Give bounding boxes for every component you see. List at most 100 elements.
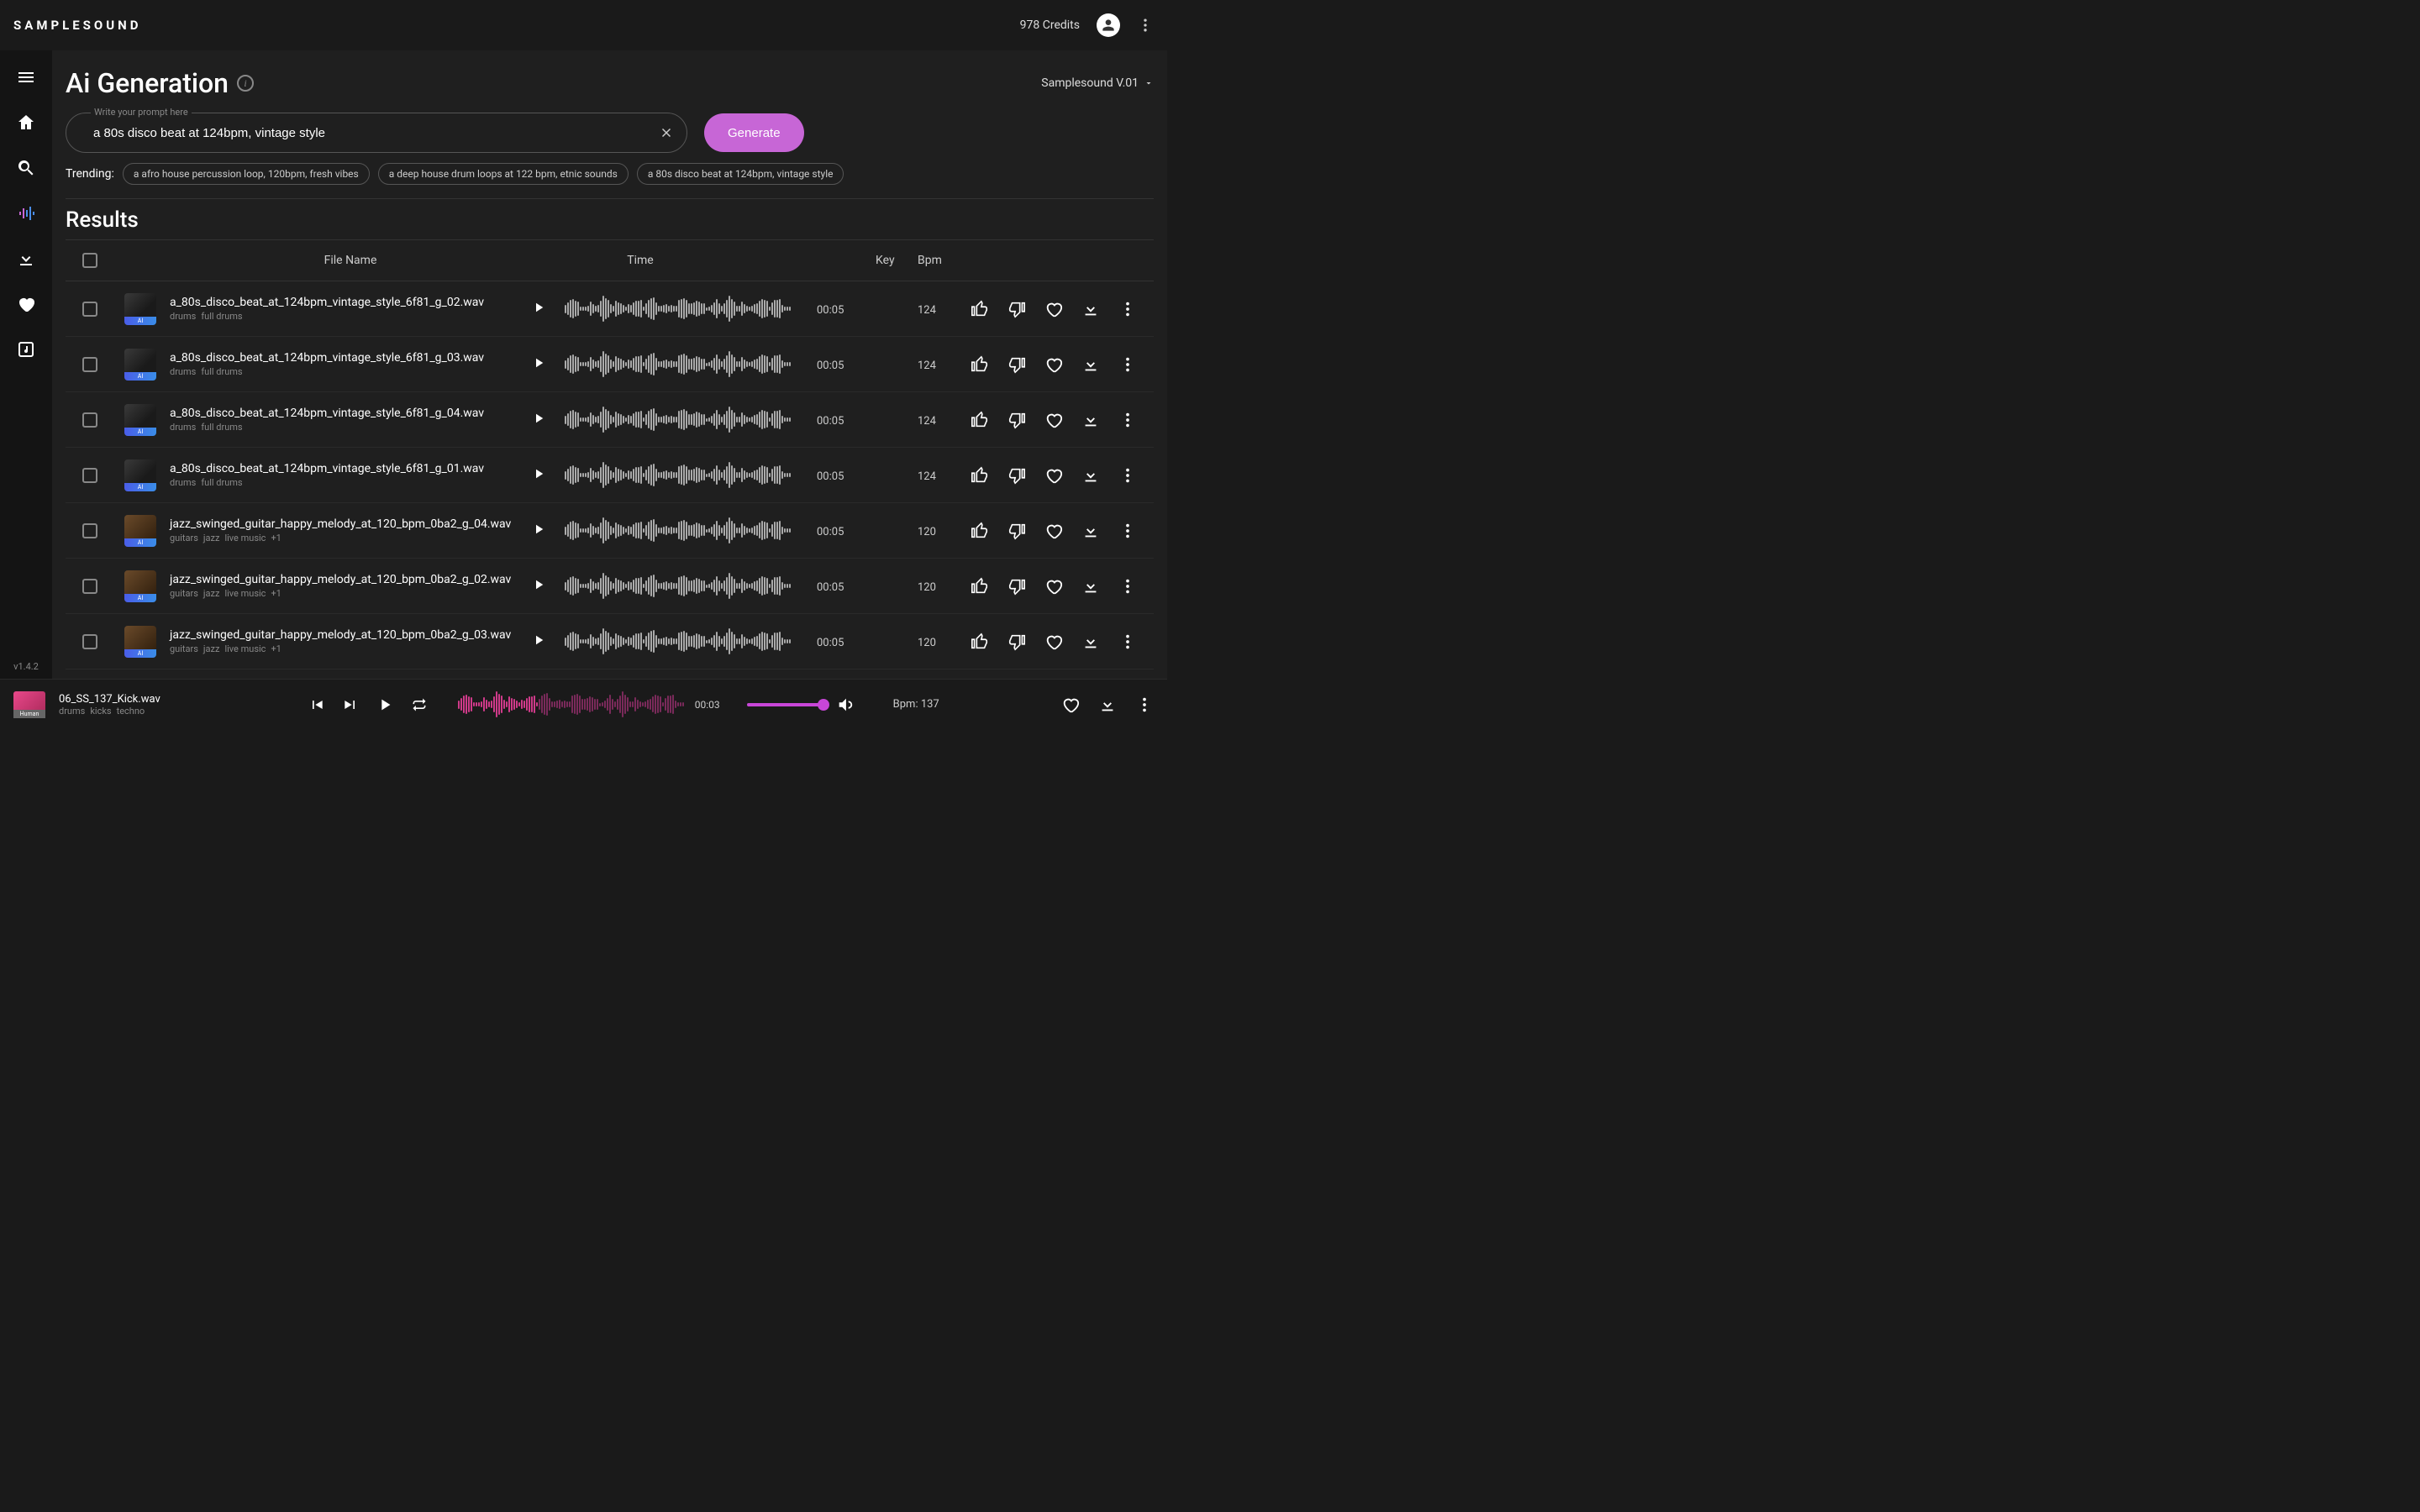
row-checkbox[interactable] [82,302,97,317]
heart-icon[interactable] [16,294,36,314]
divider [66,198,1154,199]
play-icon[interactable] [531,411,546,426]
row-waveform[interactable] [565,408,808,432]
file-tags: drumsfull drums [170,477,531,488]
row-bpm: 124 [918,304,936,317]
thumbs-down-icon[interactable] [1007,522,1026,540]
download-icon[interactable] [1081,466,1100,485]
table-row: AI a_80s_disco_beat_at_124bpm_vintage_st… [66,448,1154,503]
info-icon[interactable]: i [237,75,254,92]
row-checkbox[interactable] [82,579,97,594]
row-waveform[interactable] [565,464,808,487]
thumbs-down-icon[interactable] [1007,411,1026,429]
thumbs-up-icon[interactable] [971,522,989,540]
heart-icon[interactable] [1044,633,1063,651]
row-waveform[interactable] [565,519,808,543]
row-waveform[interactable] [565,353,808,376]
download-icon[interactable] [1081,633,1100,651]
row-checkbox[interactable] [82,523,97,538]
thumbs-up-icon[interactable] [971,300,989,318]
play-icon[interactable] [531,466,546,481]
file-name: jazz_swinged_guitar_happy_melody_at_120_… [170,517,531,531]
table-row: AI a_80s_disco_beat_at_124bpm_vintage_st… [66,337,1154,392]
trending-chip[interactable]: a 80s disco beat at 124bpm, vintage styl… [637,163,844,185]
ai-waveform-icon[interactable] [16,203,36,223]
library-icon[interactable] [16,339,36,360]
generate-button[interactable]: Generate [704,113,804,152]
row-time: 00:05 [817,637,844,649]
heart-icon[interactable] [1044,577,1063,596]
thumbs-down-icon[interactable] [1007,466,1026,485]
file-tags: guitarsjazzlive music+1 [170,588,531,599]
file-tags: drumsfull drums [170,422,531,433]
kebab-menu-icon[interactable] [1118,355,1137,374]
row-checkbox[interactable] [82,634,97,649]
kebab-menu-icon[interactable] [1118,577,1137,596]
download-icon[interactable] [1081,522,1100,540]
loop-icon[interactable] [411,696,428,713]
row-checkbox[interactable] [82,412,97,428]
download-icon[interactable] [1081,577,1100,596]
hamburger-icon[interactable] [16,67,36,87]
trending-chip[interactable]: a deep house drum loops at 122 bpm, etni… [378,163,629,185]
search-icon[interactable] [16,158,36,178]
thumbs-down-icon[interactable] [1007,633,1026,651]
heart-icon[interactable] [1044,522,1063,540]
ai-badge: AI [124,483,156,491]
heart-icon[interactable] [1061,696,1080,714]
heart-icon[interactable] [1044,466,1063,485]
play-icon[interactable] [376,696,394,714]
account-avatar[interactable] [1097,13,1120,37]
row-waveform[interactable] [565,297,808,321]
play-icon[interactable] [531,522,546,537]
play-icon[interactable] [531,300,546,315]
download-icon[interactable] [1081,300,1100,318]
heart-icon[interactable] [1044,411,1063,429]
model-selector[interactable]: Samplesound V.01 [1041,76,1154,90]
kebab-menu-icon[interactable] [1135,696,1154,714]
thumbs-down-icon[interactable] [1007,300,1026,318]
row-waveform[interactable] [565,575,808,598]
select-all-checkbox[interactable] [82,253,97,268]
play-icon[interactable] [531,577,546,592]
row-waveform[interactable] [565,630,808,654]
thumbs-up-icon[interactable] [971,633,989,651]
volume-icon[interactable] [836,696,855,714]
download-icon[interactable] [1081,411,1100,429]
kebab-menu-icon[interactable] [1137,17,1154,34]
download-icon[interactable] [16,249,36,269]
prev-track-icon[interactable] [308,696,325,713]
thumbs-down-icon[interactable] [1007,355,1026,374]
row-checkbox[interactable] [82,357,97,372]
clear-icon[interactable] [659,125,674,140]
heart-icon[interactable] [1044,355,1063,374]
thumbs-up-icon[interactable] [971,411,989,429]
kebab-menu-icon[interactable] [1118,633,1137,651]
trending-chip[interactable]: a afro house percussion loop, 120bpm, fr… [123,163,370,185]
trending-label: Trending: [66,167,114,181]
thumbs-up-icon[interactable] [971,577,989,596]
kebab-menu-icon[interactable] [1118,300,1137,318]
kebab-menu-icon[interactable] [1118,411,1137,429]
col-time: Time [627,254,653,267]
thumbs-up-icon[interactable] [971,466,989,485]
thumbs-up-icon[interactable] [971,355,989,374]
download-icon[interactable] [1081,355,1100,374]
thumbs-down-icon[interactable] [1007,577,1026,596]
play-icon[interactable] [531,355,546,370]
volume-slider[interactable] [747,703,828,706]
sample-thumb: AI [124,515,156,547]
kebab-menu-icon[interactable] [1118,522,1137,540]
kebab-menu-icon[interactable] [1118,466,1137,485]
row-checkbox[interactable] [82,468,97,483]
next-track-icon[interactable] [342,696,359,713]
ai-badge: AI [124,317,156,325]
sample-thumb: AI [124,626,156,658]
player-waveform[interactable] [458,694,685,716]
play-icon[interactable] [531,633,546,648]
heart-icon[interactable] [1044,300,1063,318]
download-icon[interactable] [1098,696,1117,714]
table-row: AI a_80s_disco_beat_at_124bpm_vintage_st… [66,392,1154,448]
prompt-input[interactable] [66,113,687,153]
home-icon[interactable] [16,113,36,133]
